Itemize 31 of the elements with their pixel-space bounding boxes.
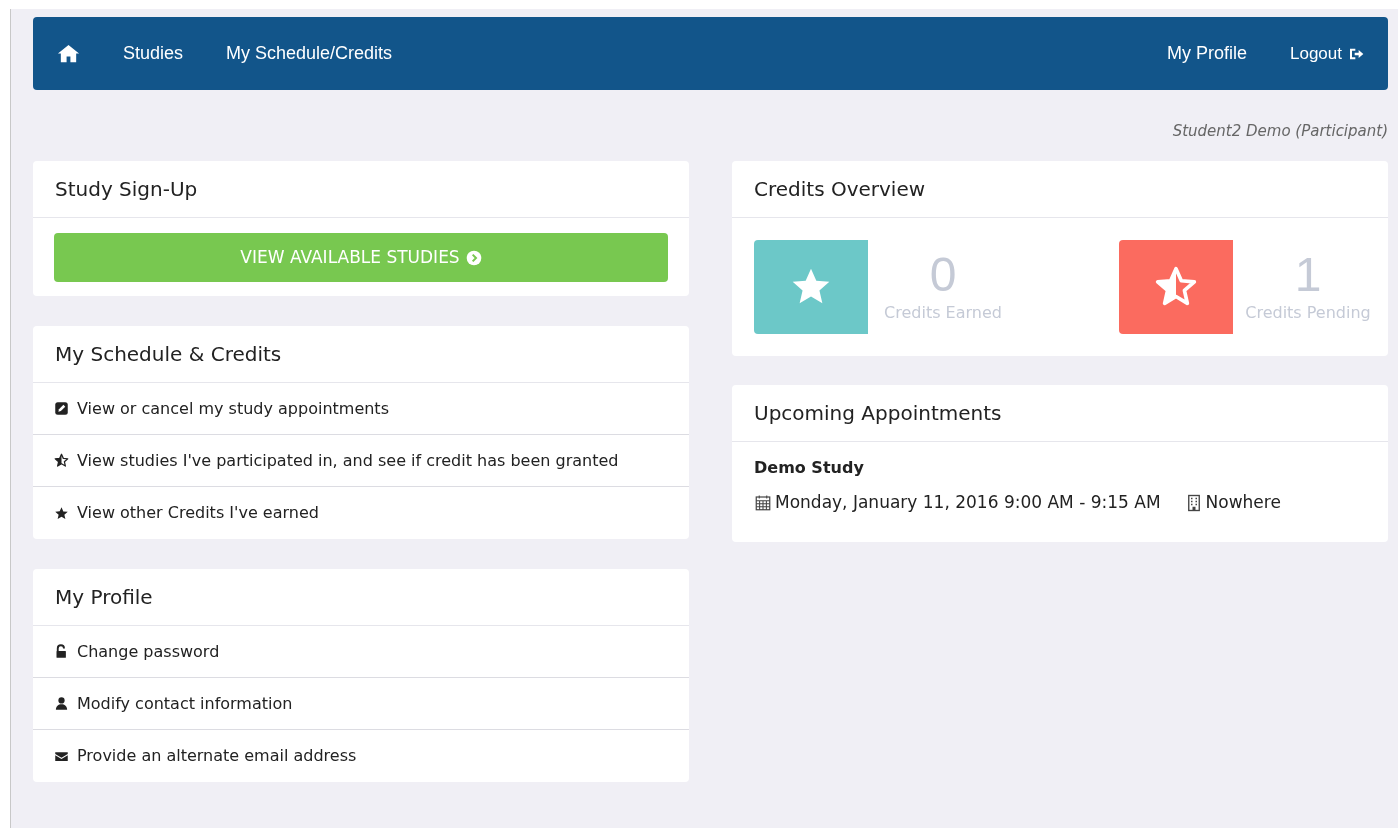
credit-count: 1 xyxy=(1294,249,1322,301)
credit-label: Credits Earned xyxy=(884,302,1002,324)
panel-title: Study Sign-Up xyxy=(55,176,198,203)
credit-count: 0 xyxy=(929,249,957,301)
menu-link[interactable]: View other Credits I've earned xyxy=(33,487,689,539)
star-icon xyxy=(54,505,69,521)
nav-link[interactable]: My Profile xyxy=(1167,40,1247,67)
panel-title: Credits Overview xyxy=(754,176,926,203)
nav-link[interactable]: My Schedule/Credits xyxy=(226,40,393,67)
calendar-icon xyxy=(754,493,772,512)
pencil-square-icon xyxy=(54,401,69,416)
panel-title: Upcoming Appointments xyxy=(754,400,1002,427)
menu-link[interactable]: Change password xyxy=(33,626,689,678)
user-icon xyxy=(54,696,69,711)
home-icon[interactable] xyxy=(57,42,80,65)
chevron-circle-icon xyxy=(465,249,482,266)
unlocked-padlock-icon xyxy=(54,644,69,659)
half-star-icon xyxy=(54,453,69,468)
credit-label: Credits Pending xyxy=(1245,302,1371,324)
nav-link[interactable]: Studies xyxy=(123,40,184,67)
menu-link[interactable]: Modify contact information xyxy=(33,678,689,730)
panel-title: My Schedule & Credits xyxy=(55,341,282,368)
user-name: Student2 Demo (Participant) xyxy=(1172,121,1388,142)
logout-link[interactable]: Logout xyxy=(1290,40,1364,67)
menu-link[interactable]: Provide an alternate email address xyxy=(33,730,689,782)
menu-link[interactable]: View studies I've participated in, and see if credit has been granted xyxy=(33,435,689,487)
appointment-time: Monday, January 11, 2016 9:00 AM - 9:15 AM xyxy=(775,491,1161,514)
appointment-location: Nowhere xyxy=(1205,491,1281,514)
menu-link[interactable]: View or cancel my study appointments xyxy=(33,383,689,435)
panel-title: My Profile xyxy=(55,584,153,611)
appointment-title: Demo Study xyxy=(754,457,865,479)
